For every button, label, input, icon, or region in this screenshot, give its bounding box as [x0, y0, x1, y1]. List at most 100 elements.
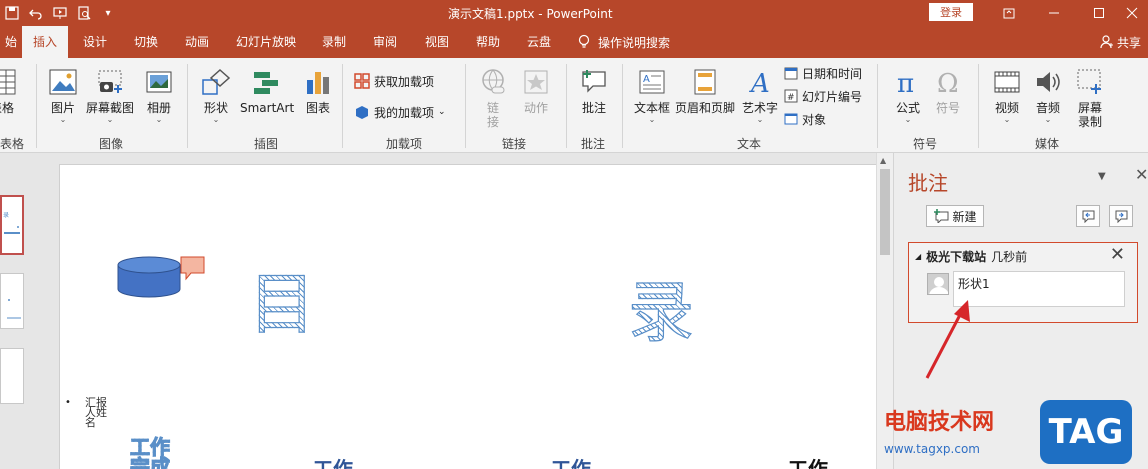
previous-comment-button[interactable]: [1076, 205, 1100, 227]
tab-insert[interactable]: 插入: [22, 26, 68, 58]
title-char-mu: 目: [248, 266, 315, 343]
chevron-down-icon: ⌄: [59, 115, 67, 124]
tab-view[interactable]: 视图: [419, 26, 455, 58]
lightbulb-icon: [578, 34, 590, 48]
scroll-thumb[interactable]: [880, 169, 890, 255]
symbol-button[interactable]: Ω 符号: [932, 66, 964, 115]
symbol-label: 符号: [935, 101, 960, 115]
delete-comment-icon[interactable]: ✕: [1110, 245, 1125, 265]
action-button[interactable]: 动作: [520, 66, 552, 115]
equation-label: 公式: [895, 101, 920, 115]
cylinder-shape[interactable]: [117, 256, 181, 298]
restore-ribbon-icon[interactable]: [989, 0, 1029, 26]
tab-transitions[interactable]: 切换: [128, 26, 164, 58]
document-title: 演示文稿1.pptx - PowerPoint: [448, 7, 613, 21]
link-button[interactable]: 链接: [477, 66, 509, 129]
comment-text[interactable]: 形状1: [953, 271, 1125, 307]
comment-marker-icon[interactable]: [180, 256, 205, 281]
new-comment-icon: [934, 209, 949, 223]
svg-text:A: A: [643, 74, 650, 85]
collapse-thread-icon[interactable]: ◢: [915, 252, 921, 261]
table-button[interactable]: 表格: [0, 66, 18, 115]
close-icon[interactable]: [1116, 0, 1148, 26]
svg-text:录: 录: [3, 211, 9, 219]
ribbon-insert: 表格 表格 图片 ⌄ 屏幕截图 ⌄ 相册 ⌄ 图像: [0, 58, 1148, 153]
minimize-icon[interactable]: [1034, 0, 1074, 26]
comment-thread[interactable]: ◢ 极光下载站 几秒前 ✕ 形状1: [908, 242, 1138, 323]
illustrations-group-label: 插图: [254, 137, 279, 151]
tab-review[interactable]: 审阅: [367, 26, 403, 58]
tab-animations[interactable]: 动画: [179, 26, 215, 58]
table-group-label: 表格: [0, 137, 25, 151]
start-slideshow-icon[interactable]: [48, 3, 72, 23]
object-icon: [784, 113, 798, 125]
comment-button[interactable]: 批注: [578, 66, 610, 115]
wordart-button[interactable]: A 艺术字 ⌄: [742, 66, 778, 125]
screenshot-button[interactable]: 屏幕截图 ⌄: [86, 66, 134, 125]
next-comment-button[interactable]: [1109, 205, 1133, 227]
avatar: [927, 273, 949, 295]
album-label: 相册: [146, 101, 171, 115]
get-addins-button[interactable]: 获取加载项: [354, 71, 434, 91]
object-label: 对象: [802, 112, 827, 127]
svg-text:Ω: Ω: [937, 69, 959, 96]
shapes-button[interactable]: 形状 ⌄: [200, 66, 232, 125]
tab-slideshow[interactable]: 幻灯片放映: [231, 26, 301, 58]
slide-thumbnail-2[interactable]: [0, 273, 24, 329]
slide-thumbnail-3[interactable]: [0, 348, 24, 404]
audio-button[interactable]: 音频 ⌄: [1032, 66, 1064, 125]
equation-button[interactable]: π 公式 ⌄: [892, 66, 924, 125]
textbox-button[interactable]: A 文本框 ⌄: [634, 66, 670, 125]
undo-icon[interactable]: [24, 3, 48, 23]
tell-me-label: 操作说明搜索: [598, 35, 671, 50]
watermark-url: www.tagxp.com: [884, 442, 980, 456]
print-preview-icon[interactable]: [72, 3, 96, 23]
slide-canvas: 目 录 • 汇报 人姓 名 工作 完成 工作 工作 工作: [40, 153, 877, 469]
group-separator: [342, 64, 343, 148]
chevron-down-icon: ⌄: [1044, 115, 1052, 124]
slide[interactable]: 目 录 • 汇报 人姓 名 工作 完成 工作 工作 工作: [59, 164, 877, 469]
new-comment-button[interactable]: 新建: [926, 205, 984, 227]
slide-thumbnail-1[interactable]: 录: [0, 195, 24, 255]
chevron-down-icon: ⌄: [904, 115, 912, 124]
pane-close-icon[interactable]: ✕: [1135, 165, 1148, 184]
textbox-label: 文本框: [634, 101, 671, 115]
picture-label: 图片: [50, 101, 75, 115]
video-button[interactable]: 视频 ⌄: [991, 66, 1023, 125]
tab-home[interactable]: 始: [0, 26, 22, 58]
album-button[interactable]: 相册 ⌄: [143, 66, 175, 125]
screen-record-label: 屏幕录制: [1077, 101, 1102, 129]
share-button[interactable]: 共享: [1100, 26, 1141, 58]
new-comment-label: 新建: [952, 209, 977, 224]
maximize-icon[interactable]: [1079, 0, 1119, 26]
customize-qat-icon[interactable]: ▾: [96, 3, 120, 23]
picture-button[interactable]: 图片 ⌄: [47, 66, 79, 125]
watermark: 电脑技术网 www.tagxp.com TAG: [880, 398, 1148, 469]
tab-record[interactable]: 录制: [316, 26, 352, 58]
group-separator: [465, 64, 466, 148]
object-button[interactable]: 对象: [784, 109, 826, 129]
save-icon[interactable]: [0, 3, 24, 23]
pane-options-icon[interactable]: ▼: [1098, 171, 1106, 182]
share-label: 共享: [1117, 35, 1142, 50]
links-group-label: 链接: [502, 137, 527, 151]
table-label: 表格: [0, 101, 14, 115]
symbols-group-label: 符号: [913, 137, 938, 151]
scroll-up-icon[interactable]: ▲: [880, 156, 886, 165]
tell-me-search[interactable]: 操作说明搜索: [578, 26, 670, 58]
tab-design[interactable]: 设计: [77, 26, 113, 58]
my-addins-button[interactable]: 我的加载项 ⌄: [354, 102, 446, 122]
tab-help[interactable]: 帮助: [470, 26, 506, 58]
chevron-down-icon: ⌄: [155, 115, 163, 124]
addin-icon: [356, 106, 368, 119]
screen-record-button[interactable]: 屏幕录制: [1074, 66, 1106, 129]
login-button[interactable]: 登录: [929, 3, 973, 21]
header-footer-button[interactable]: 页眉和页脚: [675, 66, 735, 115]
link-icon: [477, 66, 509, 98]
chart-button[interactable]: 图表: [302, 66, 334, 115]
smartart-button[interactable]: SmartArt: [240, 66, 294, 115]
tab-cloud[interactable]: 云盘: [521, 26, 557, 58]
work-heading-line: 工作: [130, 435, 171, 459]
slide-number-button[interactable]: # 幻灯片编号: [784, 86, 862, 106]
datetime-button[interactable]: 日期和时间: [784, 63, 862, 83]
